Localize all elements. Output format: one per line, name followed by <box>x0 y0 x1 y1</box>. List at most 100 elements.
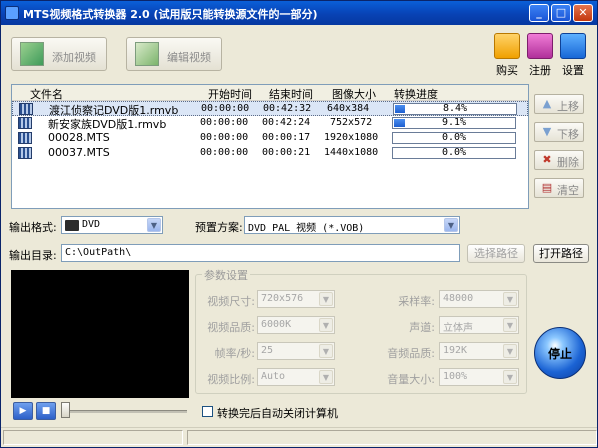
output-format-select[interactable]: DVD ▼ <box>61 216 163 234</box>
app-icon <box>5 6 19 20</box>
preset-label: 预置方案: <box>195 221 243 234</box>
move-down-label: 下移 <box>557 128 579 141</box>
progress-text: 8.4% <box>442 103 468 114</box>
output-format-value: DVD <box>82 219 101 230</box>
frame-rate-value: 25 <box>261 345 274 356</box>
file-row[interactable]: 00037.MTS 00:00:00 00:00:21 1440x1080 0.… <box>12 146 528 161</box>
edit-video-label: 编辑视频 <box>167 51 211 64</box>
move-up-button[interactable]: ▲ 上移 <box>534 94 584 114</box>
aspect-ratio-select[interactable]: Auto ▼ <box>257 368 335 386</box>
open-path-button[interactable]: 打开路径 <box>533 244 589 263</box>
file-row[interactable]: 新安家族DVD版1.rmvb 00:00:00 00:42:24 752x572… <box>12 116 528 131</box>
end-time: 00:00:21 <box>262 147 311 158</box>
stop-icon: ■ <box>41 406 51 416</box>
film-icon <box>18 117 32 129</box>
add-video-label: 添加视频 <box>52 51 96 64</box>
register-button[interactable]: 注册 <box>522 33 558 79</box>
status-segment <box>3 430 183 445</box>
tools-icon <box>560 33 586 59</box>
end-time: 00:42:24 <box>262 117 311 128</box>
arrow-down-icon: ▼ <box>542 125 552 138</box>
end-time: 00:42:32 <box>263 103 312 114</box>
progress-text: 0.0% <box>441 147 467 158</box>
frame-rate-label: 帧率/秒: <box>214 347 255 360</box>
output-format-label: 输出格式: <box>9 221 57 234</box>
arrow-up-icon: ▲ <box>542 97 552 110</box>
params-group-title: 参数设置 <box>202 267 250 283</box>
video-quality-select[interactable]: 6000K ▼ <box>257 316 335 334</box>
seek-slider-track[interactable] <box>61 410 187 413</box>
volume-label: 音量大小: <box>387 373 435 386</box>
sample-rate-select[interactable]: 48000 ▼ <box>439 290 519 308</box>
move-down-button[interactable]: ▼ 下移 <box>534 122 584 142</box>
delete-icon: ✖ <box>542 153 552 166</box>
column-header[interactable]: 开始时间 <box>208 86 252 102</box>
sample-rate-label: 采样率: <box>398 295 435 308</box>
aspect-ratio-value: Auto <box>261 371 286 382</box>
maximize-button[interactable]: □ <box>551 4 571 22</box>
seek-slider-thumb[interactable] <box>61 402 70 418</box>
channel-value: 立体声 <box>443 323 473 334</box>
status-bar <box>1 427 597 447</box>
output-dir-input[interactable]: C:\OutPath\ <box>61 244 460 262</box>
buy-button[interactable]: 购买 <box>489 33 525 79</box>
auto-shutdown-checkbox[interactable] <box>202 406 213 417</box>
output-dir-label: 输出目录: <box>9 249 57 262</box>
column-header[interactable]: 图像大小 <box>332 86 376 102</box>
chevron-down-icon: ▼ <box>503 292 517 306</box>
video-quality-label: 视频品质: <box>207 321 255 334</box>
lock-icon <box>527 33 553 59</box>
play-button[interactable]: ▶ <box>13 402 33 420</box>
buy-label: 购买 <box>496 64 518 77</box>
file-list[interactable]: 文件名 开始时间 结束时间 图像大小 转换进度 渡江侦察记DVD版1.rmvb … <box>11 84 529 209</box>
close-button[interactable]: ✕ <box>573 4 593 22</box>
chevron-down-icon: ▼ <box>503 370 517 384</box>
clear-button[interactable]: ▤ 清空 <box>534 178 584 198</box>
column-header[interactable]: 结束时间 <box>269 86 313 102</box>
chevron-down-icon: ▼ <box>503 318 517 332</box>
stop-playback-button[interactable]: ■ <box>36 402 56 420</box>
image-size: 640x384 <box>327 103 370 114</box>
window-title: MTS视频格式转换器 2.0 (试用版只能转换源文件的一部分) <box>23 8 318 21</box>
channel-select[interactable]: 立体声 ▼ <box>439 316 519 334</box>
delete-button[interactable]: ✖ 删除 <box>534 150 584 170</box>
preset-value: DVD PAL 视频 (*.VOB) <box>248 223 365 234</box>
edit-video-button[interactable]: 编辑视频 <box>126 37 222 71</box>
image-size: 752x572 <box>330 117 373 128</box>
settings-button[interactable]: 设置 <box>555 33 591 79</box>
video-size-value: 720x576 <box>261 293 304 304</box>
video-size-select[interactable]: 720x576 ▼ <box>257 290 335 308</box>
chevron-down-icon: ▼ <box>319 318 333 332</box>
browse-path-button[interactable]: 选择路径 <box>467 244 525 263</box>
audio-quality-value: 192K <box>443 345 468 356</box>
column-header[interactable]: 文件名 <box>30 86 63 102</box>
film-icon <box>19 103 33 115</box>
file-row[interactable]: 00028.MTS 00:00:00 00:00:17 1920x1080 0.… <box>12 131 528 146</box>
settings-label: 设置 <box>562 64 584 77</box>
chevron-down-icon: ▼ <box>147 218 161 232</box>
delete-label: 删除 <box>557 156 579 169</box>
volume-select[interactable]: 100% ▼ <box>439 368 519 386</box>
chevron-down-icon: ▼ <box>503 344 517 358</box>
file-name: 00037.MTS <box>48 146 110 159</box>
chevron-down-icon: ▼ <box>444 218 458 232</box>
column-header[interactable]: 转换进度 <box>394 86 438 102</box>
audio-quality-select[interactable]: 192K ▼ <box>439 342 519 360</box>
preset-select[interactable]: DVD PAL 视频 (*.VOB) ▼ <box>244 216 460 234</box>
minimize-button[interactable]: _ <box>529 4 549 22</box>
video-preview <box>11 270 189 398</box>
stop-button[interactable]: 停止 <box>534 327 586 379</box>
clear-icon: ▤ <box>541 181 553 194</box>
output-dir-value: C:\OutPath\ <box>65 247 132 258</box>
video-quality-value: 6000K <box>261 319 292 330</box>
clear-label: 清空 <box>557 184 579 197</box>
chevron-down-icon: ▼ <box>319 370 333 384</box>
progress-bar: 0.0% <box>392 147 516 159</box>
progress-text: 9.1% <box>441 117 467 128</box>
file-row[interactable]: 渡江侦察记DVD版1.rmvb 00:00:00 00:42:32 640x38… <box>12 101 528 117</box>
video-size-label: 视频尺寸: <box>207 295 255 308</box>
frame-rate-select[interactable]: 25 ▼ <box>257 342 335 360</box>
film-icon <box>18 147 32 159</box>
start-time: 00:00:00 <box>200 117 249 128</box>
add-video-button[interactable]: 添加视频 <box>11 37 107 71</box>
